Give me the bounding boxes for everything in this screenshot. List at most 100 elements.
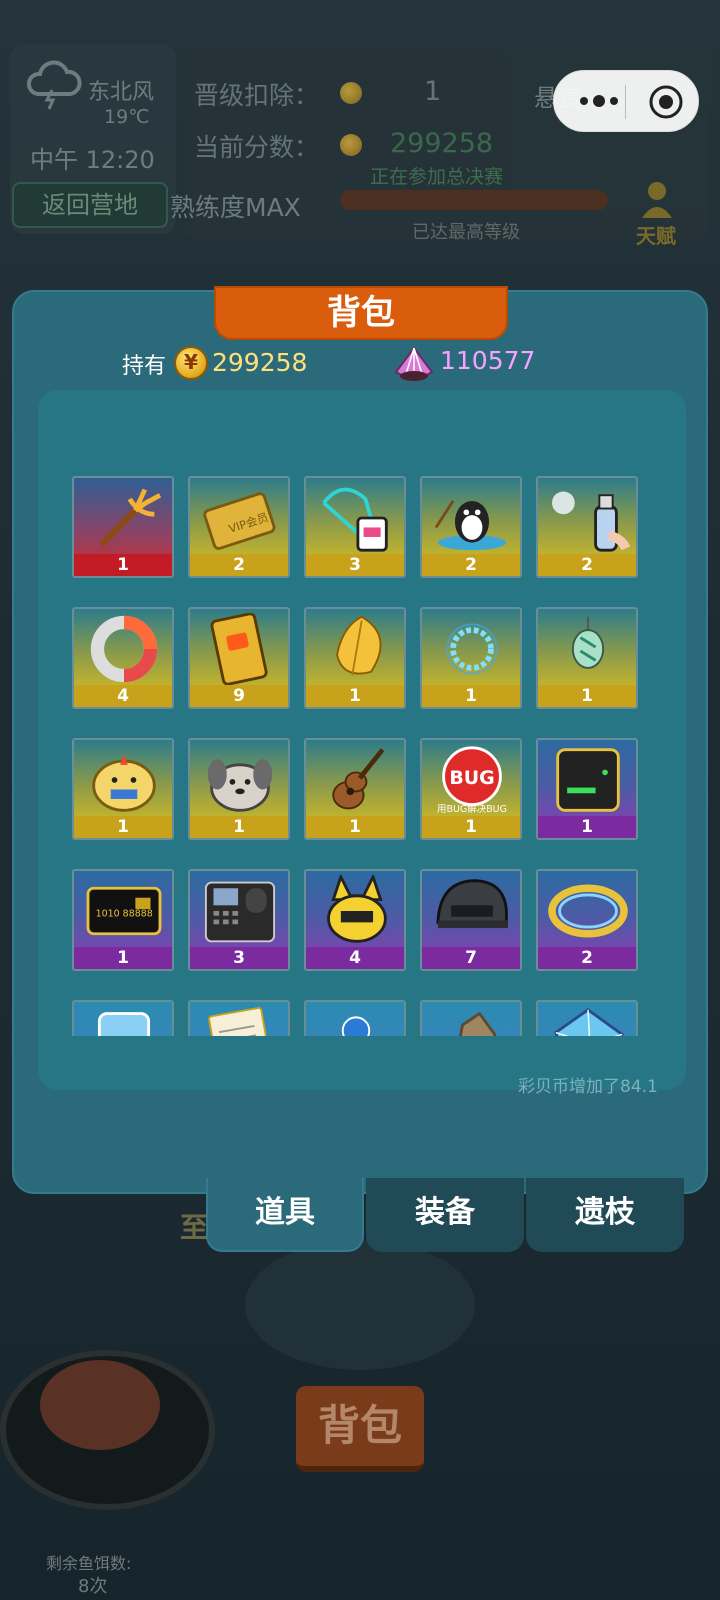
gray-puppy-icon (207, 759, 273, 812)
tab-props[interactable]: 道具 (206, 1178, 364, 1252)
thunderstorm-icon (27, 60, 82, 110)
item-slot-golden-leaf[interactable]: 1 (304, 607, 406, 709)
orb-chest-icon (341, 1016, 371, 1036)
item-slot-paper-scroll[interactable] (188, 1000, 290, 1036)
item-slot-bug-badge[interactable]: BUG 用BUG解决BUG 1 (420, 738, 522, 840)
router-box-icon (556, 748, 620, 812)
lanyard-badge-icon (322, 487, 388, 552)
item-count: 2 (538, 947, 636, 969)
item-slot-gray-puppy[interactable]: 1 (188, 738, 290, 840)
current-score-label: 当前分数： (194, 133, 320, 162)
rock-icon (458, 1011, 497, 1036)
yellow-chick-icon (92, 753, 156, 812)
promotion-value: 1 (424, 76, 442, 107)
shell-amount: 110577 (440, 346, 536, 375)
partial-text: 至 (180, 1211, 209, 1244)
item-slot-vip-card[interactable]: VIP会员 2 (188, 476, 290, 578)
coin-amount: 299258 (212, 348, 308, 377)
item-count: 1 (74, 816, 172, 838)
item-slot-yellow-chick[interactable]: 1 (72, 738, 174, 840)
item-count: 9 (190, 685, 288, 707)
item-count: 1 (538, 685, 636, 707)
item-slot-diamond-ring[interactable]: 2 (536, 869, 638, 971)
black-card-icon: 1010 88888 (86, 886, 162, 936)
crystal-icon (554, 1008, 624, 1036)
trident-icon (98, 488, 162, 547)
max-level-text: 已达最高等级 (412, 222, 520, 243)
item-slot-donut-ring[interactable]: 4 (72, 607, 174, 709)
item-slot-penguin-fishing[interactable]: 2 (420, 476, 522, 578)
hold-label: 持有 (122, 354, 167, 379)
item-grid[interactable]: 1 VIP会员 2 3 2 2 4 9 1 1 1 1 1 1 BUG 用BUG解决BUG 1 1 1010 888… (38, 460, 686, 1036)
backpack-modal: 背包 持有 299258 110577 1VIP会员232249111111BU… (12, 286, 708, 1194)
jade-pendant-icon (571, 616, 605, 669)
backstage-card-icon (97, 1012, 151, 1036)
item-count: 1 (306, 685, 404, 707)
item-slot-trident[interactable]: 1 (72, 476, 174, 578)
item-slot-lanyard-badge[interactable]: 3 (304, 476, 406, 578)
level-progress-bar (340, 190, 608, 210)
item-slot-fingerprint-machine[interactable]: 3 (188, 869, 290, 971)
item-count: 2 (190, 554, 288, 576)
item-slot-spray-can[interactable]: 2 (536, 476, 638, 578)
tab-relics[interactable]: 遗枝 (526, 1178, 684, 1252)
close-target-icon[interactable] (648, 84, 684, 120)
bait-count: 8次 (78, 1576, 108, 1597)
pikachu-cat-icon (327, 875, 387, 943)
current-score-value: 299258 (390, 128, 494, 159)
item-count: 3 (306, 554, 404, 576)
item-count: 3 (190, 947, 288, 969)
promotion-label: 晋级扣除： (194, 81, 320, 110)
guitar-icon (332, 748, 385, 810)
temperature: 19℃ (104, 106, 150, 128)
game-time: 中午 12:20 (30, 146, 155, 174)
diamond-ring-icon (548, 884, 628, 938)
item-count: 2 (538, 554, 636, 576)
talent-button[interactable]: 天赋 (636, 220, 676, 249)
item-count: 1 (422, 685, 520, 707)
item-count: 4 (74, 685, 172, 707)
item-slot-helmet[interactable]: 7 (420, 869, 522, 971)
gold-coin-icon (174, 346, 208, 380)
final-status: 正在参加总决赛 (370, 166, 504, 188)
item-slot-orb-chest[interactable] (304, 1000, 406, 1036)
item-count: 1 (306, 816, 404, 838)
penguin-fishing-icon (434, 500, 507, 551)
bug-subtitle-text: 用BUG解决BUG (437, 803, 507, 815)
proficiency-text: 熟练度MAX (170, 193, 301, 222)
item-count: 1 (74, 554, 172, 576)
item-count: 2 (422, 554, 520, 576)
item-slot-video-phone[interactable]: 9 (188, 607, 290, 709)
shell-icon (394, 346, 434, 381)
return-camp-button[interactable]: 返回营地 (12, 182, 168, 228)
item-slot-black-card[interactable]: 1010 88888 1 (72, 869, 174, 971)
more-icon[interactable] (574, 89, 624, 113)
tab-equipment[interactable]: 装备 (366, 1178, 524, 1252)
item-slot-jade-pendant[interactable]: 1 (536, 607, 638, 709)
vip-card-icon: VIP会员 (203, 492, 276, 550)
modal-title: 背包 (214, 286, 508, 340)
item-grid-panel: 1 VIP会员 2 3 2 2 4 9 1 1 1 1 1 1 BUG 用BUG解决BUG 1 1 1010 888… (38, 390, 686, 1090)
talent-icon[interactable] (640, 180, 674, 218)
bug-title-text: BUG (449, 767, 494, 789)
helmet-icon (436, 879, 508, 929)
paper-scroll-icon (208, 1007, 273, 1036)
bag-button[interactable]: 背包 (296, 1386, 424, 1472)
blue-halo-icon (446, 623, 498, 675)
item-slot-guitar[interactable]: 1 (304, 738, 406, 840)
video-phone-icon (210, 613, 268, 685)
item-slot-crystal[interactable] (536, 1000, 638, 1036)
item-slot-blue-halo[interactable]: 1 (420, 607, 522, 709)
item-count: 1 (538, 816, 636, 838)
item-slot-rock[interactable] (420, 1000, 522, 1036)
item-count: 7 (422, 947, 520, 969)
capsule-divider (625, 85, 626, 119)
item-slot-backstage-card[interactable] (72, 1000, 174, 1036)
item-slot-pikachu-cat[interactable]: 4 (304, 869, 406, 971)
item-slot-router-box[interactable]: 1 (536, 738, 638, 840)
spray-can-icon (552, 491, 631, 552)
bait-meat (40, 1360, 160, 1450)
background-wheel (245, 1240, 475, 1370)
mini-program-capsule (553, 70, 699, 132)
wind-direction: 东北风 (88, 80, 155, 105)
